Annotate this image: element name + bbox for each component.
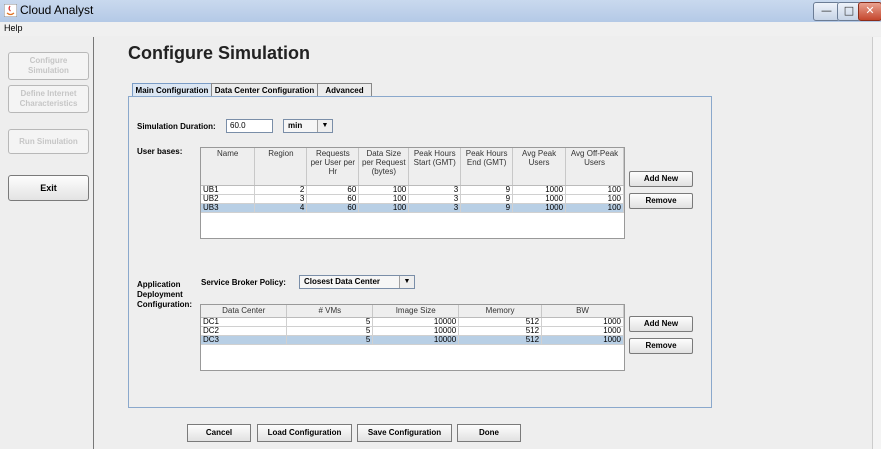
simulation-duration-input[interactable]: 60.0 [226, 119, 273, 133]
table-cell[interactable]: 4 [254, 203, 308, 213]
table-cell[interactable]: 5 [286, 335, 374, 345]
table-cell[interactable]: 100 [358, 185, 410, 195]
right-edge-scrollbar [872, 37, 881, 449]
close-button[interactable]: ✕ [858, 2, 881, 21]
service-broker-label: Service Broker Policy: [201, 278, 286, 287]
table-cell[interactable]: 10000 [372, 335, 460, 345]
table-cell[interactable]: 512 [458, 326, 543, 336]
column-header[interactable]: Peak Hours End (GMT) [460, 148, 514, 186]
duration-unit-value: min [288, 121, 303, 130]
table-row[interactable]: UB1 2 60 100 3 9 1000 100 [201, 185, 624, 195]
simulation-duration-label: Simulation Duration: [137, 122, 216, 131]
table-cell[interactable]: UB3 [201, 203, 256, 213]
column-header[interactable]: Name [201, 148, 256, 186]
table-cell[interactable]: DC2 [201, 326, 288, 336]
table-cell[interactable]: 5 [286, 317, 374, 327]
user-bases-remove-button[interactable]: Remove [629, 193, 693, 209]
menu-help[interactable]: Help [4, 23, 23, 33]
table-cell[interactable]: 3 [254, 194, 308, 204]
table-cell[interactable]: 1000 [541, 317, 624, 327]
table-cell[interactable]: 1000 [541, 335, 624, 345]
data-center-table: Data Center # VMs Image Size Memory BW D… [200, 304, 625, 371]
table-cell[interactable]: 100 [358, 203, 410, 213]
table-cell[interactable]: 3 [408, 185, 462, 195]
load-configuration-button[interactable]: Load Configuration [257, 424, 352, 442]
table-cell[interactable]: 3 [408, 194, 462, 204]
column-header[interactable]: Requests per User per Hr [306, 148, 360, 186]
table-cell[interactable]: 100 [565, 203, 624, 213]
exit-button[interactable]: Exit [8, 175, 89, 201]
column-header[interactable]: Image Size [372, 305, 460, 318]
table-cell[interactable]: 60 [306, 203, 360, 213]
deployment-label: Application Deployment Configuration: [137, 280, 192, 310]
save-configuration-button[interactable]: Save Configuration [357, 424, 452, 442]
service-broker-select[interactable]: Closest Data Center ▼ [299, 275, 415, 289]
sidebar-define-internet[interactable]: Define Internet Characteristics [8, 85, 89, 113]
table-cell[interactable]: 60 [306, 194, 360, 204]
column-header[interactable]: Avg Off-Peak Users [565, 148, 624, 186]
table-cell[interactable]: 1000 [512, 203, 567, 213]
user-bases-label: User bases: [137, 147, 183, 156]
table-cell[interactable]: 10000 [372, 317, 460, 327]
table-cell[interactable]: 9 [460, 203, 514, 213]
tab-advanced[interactable]: Advanced [317, 83, 372, 97]
table-cell[interactable]: 100 [565, 194, 624, 204]
column-header[interactable]: Region [254, 148, 308, 186]
table-cell[interactable]: 60 [306, 185, 360, 195]
done-button[interactable]: Done [457, 424, 521, 442]
page-title: Configure Simulation [128, 43, 310, 63]
title-bar: Cloud Analyst — □ ✕ [0, 0, 881, 23]
table-cell[interactable]: 9 [460, 185, 514, 195]
table-cell[interactable]: 9 [460, 194, 514, 204]
user-bases-table: Name Region Requests per User per Hr Dat… [200, 147, 625, 239]
column-header[interactable]: Data Size per Request (bytes) [358, 148, 410, 186]
table-row[interactable]: DC2 5 10000 512 1000 [201, 326, 624, 336]
deployment-label-line: Application [137, 280, 181, 289]
sidebar: Configure Simulation Define Internet Cha… [0, 37, 94, 449]
cancel-button[interactable]: Cancel [187, 424, 251, 442]
tab-data-center-configuration[interactable]: Data Center Configuration [211, 83, 318, 97]
user-bases-add-new-button[interactable]: Add New [629, 171, 693, 187]
table-cell[interactable]: 512 [458, 335, 543, 345]
table-row-selected[interactable]: UB3 4 60 100 3 9 1000 100 [201, 203, 624, 213]
column-header[interactable]: # VMs [286, 305, 374, 318]
table-cell[interactable]: 100 [358, 194, 410, 204]
chevron-down-icon: ▼ [399, 276, 414, 288]
table-cell[interactable]: 5 [286, 326, 374, 336]
table-cell[interactable]: UB2 [201, 194, 256, 204]
table-cell[interactable]: 1000 [512, 194, 567, 204]
table-cell[interactable]: 100 [565, 185, 624, 195]
table-cell[interactable]: DC1 [201, 317, 288, 327]
table-cell[interactable]: UB1 [201, 185, 256, 195]
table-cell[interactable]: 3 [408, 203, 462, 213]
column-header[interactable]: Peak Hours Start (GMT) [408, 148, 462, 186]
table-cell[interactable]: 1000 [541, 326, 624, 336]
column-header[interactable]: Memory [458, 305, 543, 318]
data-center-add-new-button[interactable]: Add New [629, 316, 693, 332]
column-header[interactable]: Data Center [201, 305, 288, 318]
window-title: Cloud Analyst [20, 3, 94, 17]
service-broker-value: Closest Data Center [304, 277, 381, 286]
minimize-button[interactable]: — [813, 2, 840, 21]
table-cell[interactable]: 1000 [512, 185, 567, 195]
column-header[interactable]: BW [541, 305, 624, 318]
table-cell[interactable]: DC3 [201, 335, 288, 345]
data-center-remove-button[interactable]: Remove [629, 338, 693, 354]
sidebar-configure-simulation[interactable]: Configure Simulation [8, 52, 89, 80]
table-row[interactable]: DC1 5 10000 512 1000 [201, 317, 624, 327]
menu-bar: Help [0, 22, 881, 36]
sidebar-run-simulation[interactable]: Run Simulation [8, 129, 89, 154]
table-cell[interactable]: 10000 [372, 326, 460, 336]
deployment-label-line: Configuration: [137, 300, 193, 309]
table-row[interactable]: UB2 3 60 100 3 9 1000 100 [201, 194, 624, 204]
deployment-label-line: Deployment [137, 290, 183, 299]
column-header[interactable]: Avg Peak Users [512, 148, 567, 186]
table-row-selected[interactable]: DC3 5 10000 512 1000 [201, 335, 624, 345]
table-cell[interactable]: 512 [458, 317, 543, 327]
chevron-down-icon: ▼ [317, 120, 332, 132]
java-app-icon [4, 4, 17, 17]
duration-unit-select[interactable]: min ▼ [283, 119, 333, 133]
table-cell[interactable]: 2 [254, 185, 308, 195]
